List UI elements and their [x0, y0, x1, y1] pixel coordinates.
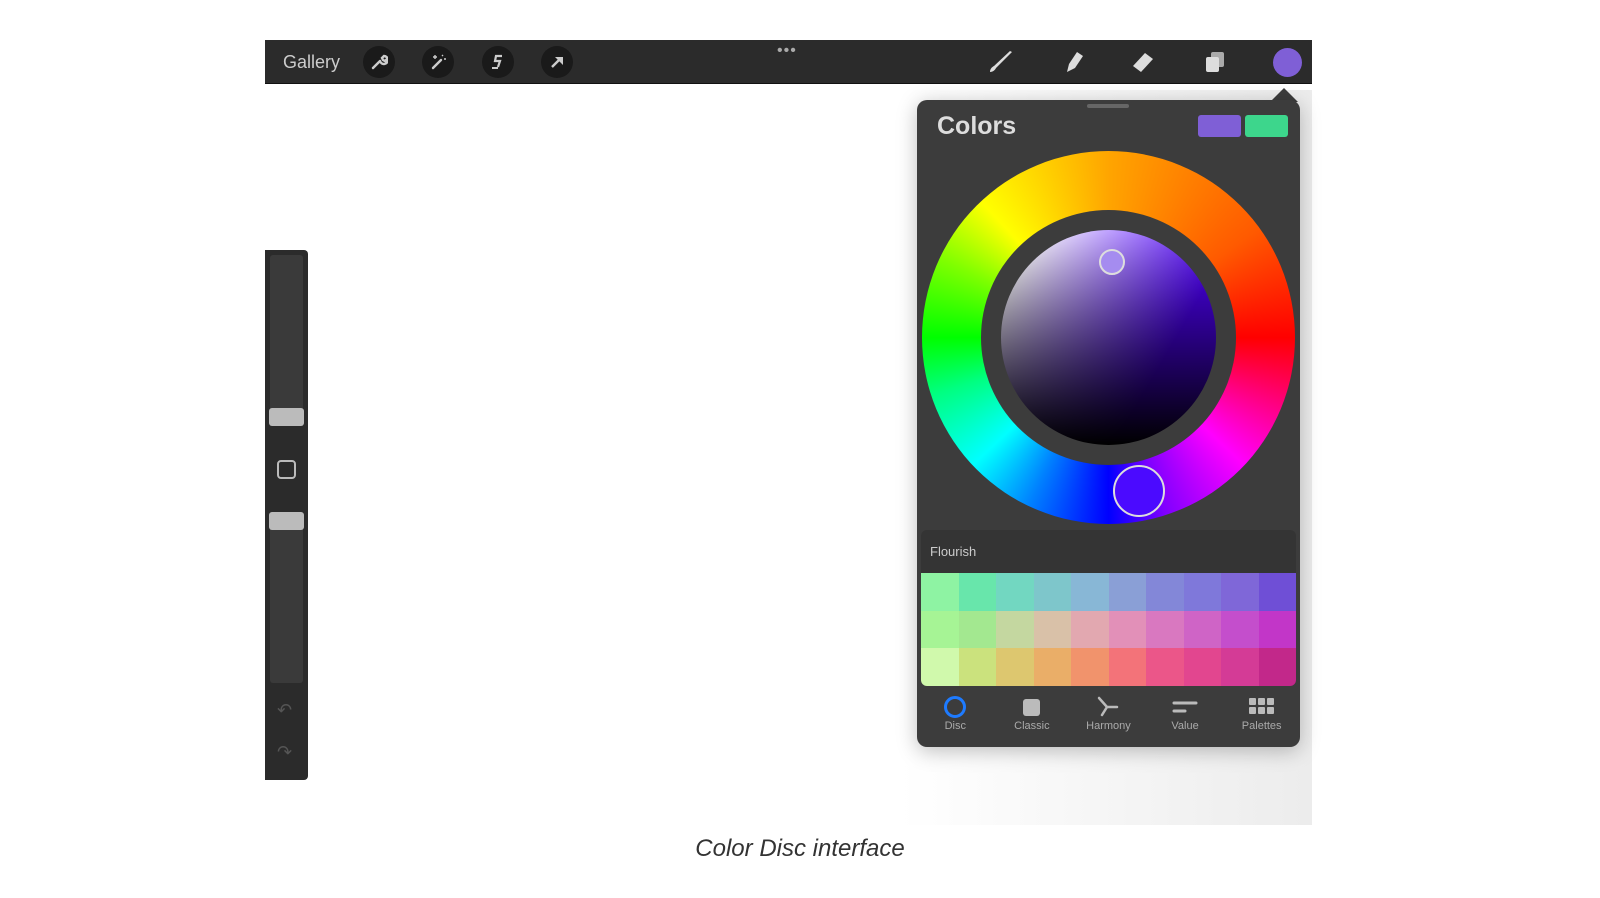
- palette-swatch[interactable]: [958, 573, 996, 611]
- tab-value[interactable]: Value: [1147, 694, 1224, 744]
- palette-swatch[interactable]: [996, 573, 1034, 611]
- primary-color-swatch[interactable]: [1198, 115, 1241, 137]
- palette-swatch[interactable]: [1146, 648, 1184, 686]
- left-sidebar: ↶ ↷: [265, 250, 308, 780]
- tab-label: Palettes: [1241, 720, 1282, 732]
- value-icon: [1171, 694, 1199, 720]
- hue-selector[interactable]: [1113, 465, 1165, 517]
- palette-swatch[interactable]: [921, 573, 959, 611]
- palette-swatch[interactable]: [1183, 610, 1221, 649]
- tab-disc[interactable]: Disc: [917, 694, 994, 744]
- tab-harmony[interactable]: Harmony: [1070, 694, 1147, 744]
- palette-swatch[interactable]: [1146, 573, 1184, 611]
- color-icon[interactable]: [1271, 46, 1303, 78]
- palette-swatch[interactable]: [1258, 610, 1296, 649]
- palette-swatch[interactable]: [1108, 573, 1146, 611]
- palette-swatch[interactable]: [1146, 610, 1184, 649]
- palette-swatch[interactable]: [1221, 648, 1259, 686]
- modify-square-button[interactable]: [277, 460, 296, 479]
- palette-swatch[interactable]: [958, 648, 996, 686]
- palette: Flourish: [921, 530, 1296, 686]
- color-mode-tabs: Disc Classic Harmony Value Palettes: [917, 694, 1300, 744]
- palette-swatch[interactable]: [996, 648, 1034, 686]
- opacity-handle[interactable]: [269, 512, 304, 530]
- undo-icon[interactable]: ↶: [277, 700, 292, 721]
- palette-swatch[interactable]: [921, 610, 959, 649]
- smudge-icon[interactable]: [1057, 46, 1089, 78]
- tab-label: Harmony: [1086, 720, 1131, 732]
- classic-icon: [1023, 694, 1041, 720]
- palette-swatch[interactable]: [958, 610, 996, 649]
- tab-palettes[interactable]: Palettes: [1223, 694, 1300, 744]
- panel-title: Colors: [937, 112, 1017, 140]
- secondary-color-swatch[interactable]: [1245, 115, 1288, 137]
- brush-icon[interactable]: [985, 46, 1017, 78]
- disc-icon: [944, 694, 967, 720]
- harmony-icon: [1096, 694, 1120, 720]
- palette-swatch[interactable]: [1108, 610, 1146, 649]
- magic-wand-icon[interactable]: [422, 46, 454, 78]
- transform-arrow-icon[interactable]: [541, 46, 573, 78]
- colors-panel: Colors Flourish Disc Classic Harmony Val…: [917, 100, 1300, 747]
- palette-swatch[interactable]: [1221, 573, 1259, 611]
- palettes-grid-icon: [1248, 694, 1275, 720]
- palette-swatch[interactable]: [1108, 648, 1146, 686]
- palette-swatch[interactable]: [996, 610, 1034, 649]
- palette-name: Flourish: [930, 544, 977, 559]
- palette-swatch[interactable]: [921, 648, 959, 686]
- palette-swatch[interactable]: [1033, 573, 1071, 611]
- palette-swatch[interactable]: [1183, 573, 1221, 611]
- top-toolbar: Gallery •••: [265, 40, 1312, 84]
- gallery-button[interactable]: Gallery: [283, 52, 340, 73]
- more-options-button[interactable]: •••: [777, 42, 797, 60]
- palette-swatch[interactable]: [1183, 648, 1221, 686]
- panel-grabber[interactable]: [1087, 104, 1129, 108]
- palette-swatch[interactable]: [1033, 648, 1071, 686]
- tab-classic[interactable]: Classic: [994, 694, 1071, 744]
- brush-size-slider[interactable]: [270, 255, 303, 415]
- palette-swatch[interactable]: [1258, 648, 1296, 686]
- eraser-icon[interactable]: [1128, 46, 1160, 78]
- tab-label: Classic: [1014, 720, 1050, 732]
- palette-swatch[interactable]: [1221, 610, 1259, 649]
- opacity-slider[interactable]: [270, 520, 303, 683]
- wrench-icon[interactable]: [363, 46, 395, 78]
- selection-icon[interactable]: [482, 46, 514, 78]
- caption: Color Disc interface: [695, 835, 905, 862]
- palette-swatch[interactable]: [1071, 648, 1109, 686]
- palette-swatch[interactable]: [1071, 573, 1109, 611]
- layers-icon[interactable]: [1199, 46, 1231, 78]
- saturation-selector[interactable]: [1099, 249, 1125, 275]
- palette-swatch[interactable]: [1071, 610, 1109, 649]
- palette-grid: [921, 573, 1296, 686]
- palette-swatch[interactable]: [1258, 573, 1296, 611]
- redo-icon[interactable]: ↷: [277, 742, 292, 763]
- tab-label: Disc: [944, 720, 966, 732]
- tab-label: Value: [1171, 720, 1199, 732]
- brush-size-handle[interactable]: [269, 408, 304, 426]
- palette-swatch[interactable]: [1033, 610, 1071, 649]
